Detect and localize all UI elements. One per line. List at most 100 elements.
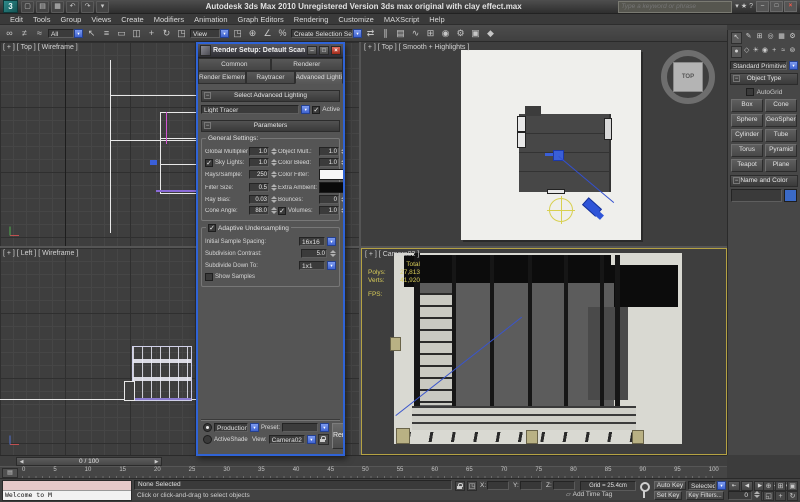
spinner[interactable] — [340, 196, 343, 203]
menu-group[interactable]: Group — [60, 15, 81, 24]
bind-to-space-warp-icon[interactable]: ≈ — [33, 27, 46, 40]
selected-set-dropdown[interactable]: Selected ▾ — [688, 481, 726, 490]
z-coordinate[interactable]: Z: — [546, 481, 575, 490]
zoom-icon[interactable]: ⊕ — [763, 481, 774, 491]
infocenter-search[interactable] — [618, 1, 732, 13]
set-key-button[interactable]: Set Key — [654, 491, 682, 500]
bounces-field[interactable]: 0 — [319, 195, 339, 204]
sky-lights-field[interactable]: 1.0 — [249, 158, 269, 167]
viewport-top-shaded[interactable]: [ + ] [ Top ] [ Smooth + Highlights ] — [361, 42, 727, 246]
unlink-selection-icon[interactable]: ≠ — [18, 27, 31, 40]
viewport-label[interactable]: [ + ] [ Top ] [ Wireframe ] — [3, 44, 78, 51]
zoom-all-icon[interactable]: ⊞ — [775, 481, 786, 491]
tab-renderer[interactable]: Renderer — [271, 58, 344, 71]
initial-sample-spacing-dropdown[interactable]: 16x16 — [299, 237, 325, 246]
collapse-icon[interactable]: − — [733, 75, 740, 82]
category-helpers-icon[interactable]: + — [770, 46, 779, 56]
render-production-icon[interactable]: ◆ — [484, 27, 497, 40]
tab-advanced-lighting[interactable]: Advanced Lighting — [295, 71, 343, 84]
undo-icon[interactable]: ↶ — [66, 1, 79, 13]
menu-tools[interactable]: Tools — [33, 15, 51, 24]
rendered-frame-window-icon[interactable]: ▣ — [469, 27, 482, 40]
select-by-name-icon[interactable]: ≡ — [100, 27, 113, 40]
angle-snap-icon[interactable]: ∠ — [261, 27, 274, 40]
subdivide-down-to-dropdown[interactable]: 1x1 — [299, 261, 325, 270]
render-button[interactable]: Render — [332, 423, 343, 449]
material-editor-icon[interactable]: ◉ — [439, 27, 452, 40]
viewport-label[interactable]: [ + ] [ Top ] [ Smooth + Highlights ] — [364, 44, 469, 51]
preset-dropdown[interactable] — [282, 423, 318, 432]
color-filter-swatch[interactable] — [319, 169, 343, 180]
x-coordinate[interactable]: X: — [480, 481, 509, 490]
percent-snap-icon[interactable]: % — [276, 27, 289, 40]
rollout-object-type[interactable]: − Object Type — [730, 73, 798, 85]
building-elevation[interactable] — [132, 346, 192, 401]
restore-button[interactable]: □ — [770, 1, 783, 12]
menu-help[interactable]: Help — [429, 15, 444, 24]
spinner[interactable] — [340, 148, 343, 155]
app-icon[interactable]: 3 — [3, 0, 18, 13]
new-scene-icon[interactable]: ▢ — [21, 1, 34, 13]
timeline-ruler[interactable]: ▤ 05 1015 2025 3035 4045 5055 6065 7075 … — [0, 466, 727, 478]
redo-icon[interactable]: ↷ — [81, 1, 94, 13]
selection-filter-dropdown[interactable]: All ▾ — [48, 28, 83, 39]
dropdown-arrow-icon[interactable]: ▾ — [353, 29, 362, 38]
reference-coordsys-dropdown[interactable]: View ▾ — [190, 28, 229, 39]
y-coordinate[interactable]: Y: — [513, 481, 542, 490]
primitive-category-dropdown[interactable]: Standard Primitives — [730, 61, 787, 70]
global-multiplier-field[interactable]: 1.0 — [249, 147, 269, 156]
collapse-icon[interactable]: − — [733, 177, 740, 184]
view-lock-icon[interactable] — [318, 434, 329, 445]
dropdown-arrow-icon[interactable]: ▾ — [327, 261, 336, 270]
go-to-start-icon[interactable]: ⇤ — [728, 481, 740, 491]
dropdown-arrow-icon[interactable]: ▾ — [74, 29, 83, 38]
viewport-camera02[interactable]: [ + ] [ Camera02 ] Total Polys:27,813 Ve… — [361, 248, 727, 455]
frame-back-icon[interactable]: ◀ — [17, 459, 26, 465]
viewport-label[interactable]: [ + ] [ Camera02 ] — [365, 251, 419, 258]
ground-plane[interactable] — [461, 50, 641, 240]
set-keys-key-icon[interactable] — [638, 481, 650, 499]
help-icon[interactable]: ? — [749, 2, 753, 12]
dropdown-arrow-icon[interactable]: ▾ — [301, 105, 310, 114]
maxscript-mini-listener[interactable]: Welcome to M — [2, 480, 132, 501]
time-slider[interactable]: ◀ 0 / 100 ▶ — [16, 457, 162, 466]
select-and-link-icon[interactable]: ∞ — [3, 27, 16, 40]
menu-animation[interactable]: Animation — [194, 15, 227, 24]
active-checkbox[interactable]: ✓ — [312, 106, 320, 114]
teapot-button[interactable]: Teapot — [731, 159, 763, 172]
mirror-icon[interactable]: ⇄ — [364, 27, 377, 40]
tab-hierarchy-icon[interactable]: ⊞ — [755, 32, 764, 42]
viewport-label[interactable]: [ + ] [ Left ] [ Wireframe ] — [3, 250, 78, 257]
spinner[interactable] — [329, 250, 336, 257]
search-scope-icon[interactable]: ▾ — [735, 2, 739, 12]
absolute-offset-mode-icon[interactable]: ◳ — [467, 481, 477, 491]
tab-utilities-icon[interactable]: ⚙ — [788, 32, 797, 42]
menu-maxscript[interactable]: MAXScript — [384, 15, 419, 24]
menu-views[interactable]: Views — [91, 15, 111, 24]
minimize-button[interactable]: – — [756, 1, 769, 12]
collapse-icon[interactable]: − — [204, 92, 211, 99]
dialog-title-bar[interactable]: Render Setup: Default Scanline Renderer … — [198, 44, 343, 58]
dropdown-arrow-icon[interactable]: ▾ — [220, 29, 229, 38]
building-roof-plan[interactable] — [519, 114, 611, 192]
frame-forward-icon[interactable]: ▶ — [152, 459, 161, 465]
window-crossing-icon[interactable]: ◫ — [130, 27, 143, 40]
search-input[interactable] — [621, 3, 729, 10]
volumes-field[interactable]: 1.0 — [319, 206, 339, 215]
dropdown-arrow-icon[interactable]: ▾ — [327, 237, 336, 246]
save-file-icon[interactable]: ▦ — [51, 1, 64, 13]
collapse-icon[interactable]: − — [204, 122, 211, 129]
box-button[interactable]: Box — [731, 99, 763, 112]
key-filters-button[interactable]: Key Filters... — [686, 491, 724, 500]
spinner[interactable] — [270, 159, 277, 166]
select-object-icon[interactable]: ↖ — [85, 27, 98, 40]
production-radio[interactable] — [203, 423, 212, 432]
listener-text[interactable]: Welcome to M — [3, 491, 131, 500]
selection-lock-icon[interactable] — [455, 481, 465, 491]
plane-button[interactable]: Plane — [765, 159, 797, 172]
menu-edit[interactable]: Edit — [10, 15, 23, 24]
menu-modifiers[interactable]: Modifiers — [154, 15, 184, 24]
rays-sample-field[interactable]: 250 — [249, 170, 269, 179]
rollout-name-and-color[interactable]: − Name and Color — [730, 175, 798, 187]
previous-frame-icon[interactable]: ◀ — [741, 481, 753, 491]
